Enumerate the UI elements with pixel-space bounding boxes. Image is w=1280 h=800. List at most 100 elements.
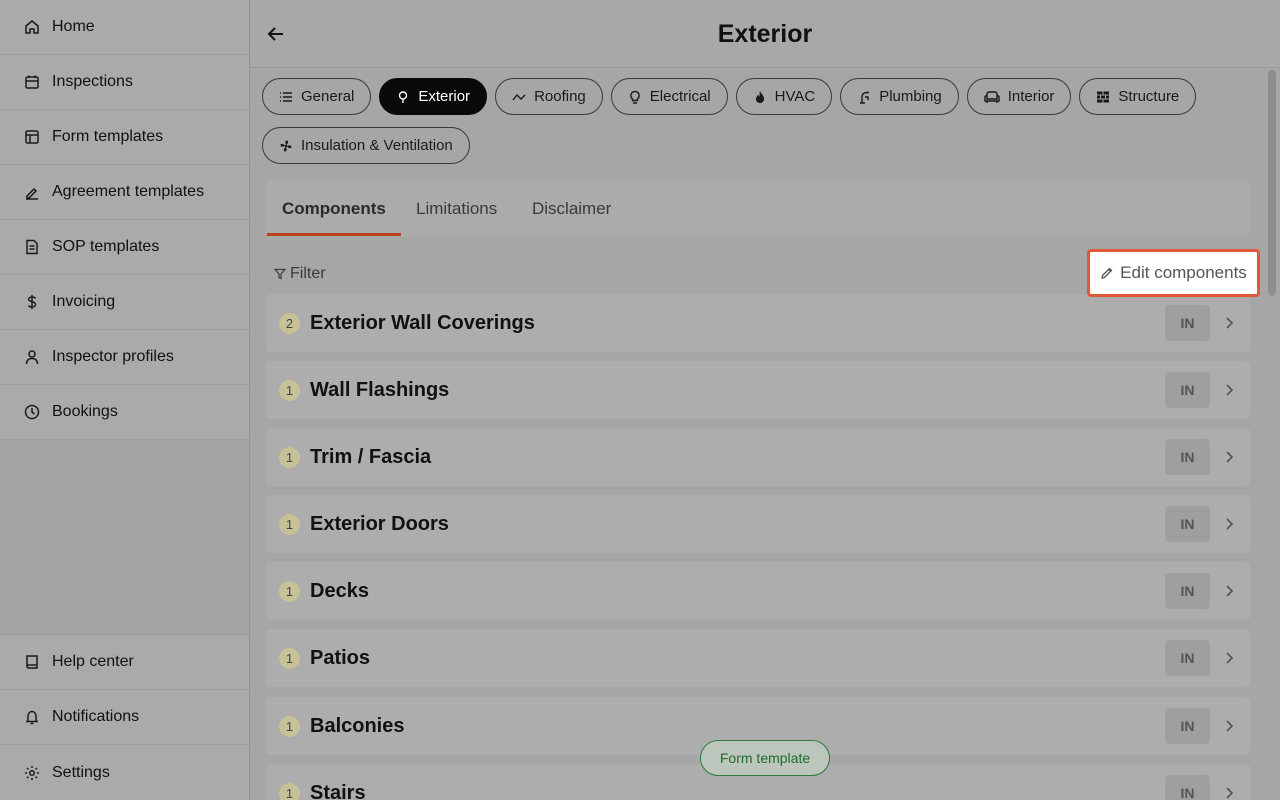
filter-label: Filter xyxy=(290,265,326,282)
sidebar-item-bookings[interactable]: Bookings xyxy=(0,385,249,440)
tab-components[interactable]: Components xyxy=(282,199,386,219)
faucet-icon xyxy=(857,90,871,104)
dollar-icon xyxy=(24,294,40,310)
list-item[interactable]: 2 Exterior Wall Coverings IN xyxy=(266,294,1250,352)
status-badge[interactable]: IN xyxy=(1165,439,1210,475)
status-badge[interactable]: IN xyxy=(1165,506,1210,542)
sidebar-item-agreement-templates[interactable]: Agreement templates xyxy=(0,165,249,220)
sidebar-item-invoicing[interactable]: Invoicing xyxy=(0,275,249,330)
user-icon xyxy=(24,349,40,365)
chevron-right-icon xyxy=(1224,383,1234,397)
list-icon xyxy=(279,90,293,104)
calendar-icon xyxy=(24,74,40,90)
component-name: Balconies xyxy=(310,714,405,737)
component-count-badge: 1 xyxy=(279,647,300,669)
page-title: Exterior xyxy=(717,20,813,48)
sidebar-item-settings[interactable]: Settings xyxy=(0,745,249,800)
sidebar-primary-nav: Home Inspections Form templates Agreemen… xyxy=(0,0,249,440)
status-badge[interactable]: IN xyxy=(1165,775,1210,800)
chip-exterior[interactable]: Exterior xyxy=(379,78,488,115)
component-count-badge: 1 xyxy=(279,379,300,401)
sidebar-item-notifications[interactable]: Notifications xyxy=(0,690,249,745)
sidebar-item-form-templates[interactable]: Form templates xyxy=(0,110,249,165)
chip-structure[interactable]: Structure xyxy=(1079,78,1197,115)
category-chips: General Exterior Roofing Electrical HVAC… xyxy=(262,78,1262,164)
component-name: Trim / Fascia xyxy=(310,445,432,468)
chip-roofing[interactable]: Roofing xyxy=(495,78,603,115)
chip-insulation-ventilation[interactable]: Insulation & Ventilation xyxy=(262,127,470,164)
chip-label: HVAC xyxy=(774,88,816,105)
sidebar-item-inspections[interactable]: Inspections xyxy=(0,55,249,110)
component-count-badge: 2 xyxy=(279,312,300,334)
sidebar-item-label: Invoicing xyxy=(52,293,116,310)
chip-label: Exterior xyxy=(418,88,471,105)
chip-label: Plumbing xyxy=(879,88,942,105)
active-tab-indicator xyxy=(267,233,401,236)
component-count-badge: 1 xyxy=(279,715,300,737)
sidebar-item-label: Form templates xyxy=(52,128,164,145)
component-count-badge: 1 xyxy=(279,446,300,468)
page-header: Exterior xyxy=(250,0,1280,68)
sidebar-item-label: Inspector profiles xyxy=(52,348,174,365)
sidebar-item-label: Settings xyxy=(52,763,110,781)
chevron-right-icon xyxy=(1224,450,1234,464)
component-name: Patios xyxy=(310,646,371,669)
form-template-pill[interactable]: Form template xyxy=(700,740,830,776)
component-count-badge: 1 xyxy=(279,782,300,800)
status-badge[interactable]: IN xyxy=(1165,573,1210,609)
signature-icon xyxy=(24,184,40,200)
component-count-badge: 1 xyxy=(279,513,300,535)
chevron-right-icon xyxy=(1224,517,1234,531)
filter-button[interactable]: Filter xyxy=(274,265,326,283)
component-name: Exterior Doors xyxy=(310,512,449,535)
chip-interior[interactable]: Interior xyxy=(966,78,1072,115)
layout-icon xyxy=(24,129,40,145)
roof-icon xyxy=(512,90,526,104)
sidebar-item-inspector-profiles[interactable]: Inspector profiles xyxy=(0,330,249,385)
chevron-right-icon xyxy=(1224,651,1234,665)
clock-icon xyxy=(24,404,40,420)
vertical-scrollbar[interactable] xyxy=(1268,70,1276,296)
sidebar-item-label: Home xyxy=(52,18,95,35)
tab-bar: Components Limitations Disclaimer xyxy=(266,180,1250,237)
chevron-right-icon xyxy=(1224,316,1234,330)
chip-plumbing[interactable]: Plumbing xyxy=(840,78,959,115)
chip-label: Electrical xyxy=(649,88,711,105)
list-item[interactable]: 1 Wall Flashings IN xyxy=(266,361,1250,419)
component-name: Exterior Wall Coverings xyxy=(310,311,535,334)
bell-icon xyxy=(24,709,40,725)
chip-label: General xyxy=(301,88,355,105)
status-badge[interactable]: IN xyxy=(1165,305,1210,341)
component-name: Stairs xyxy=(310,781,366,800)
chip-label: Roofing xyxy=(534,88,586,105)
flame-icon xyxy=(753,90,767,104)
sidebar-item-home[interactable]: Home xyxy=(0,0,249,55)
status-badge[interactable]: IN xyxy=(1165,372,1210,408)
tree-icon xyxy=(396,90,410,104)
tab-limitations[interactable]: Limitations xyxy=(416,199,497,219)
chip-general[interactable]: General xyxy=(262,78,372,115)
sidebar-item-label: Bookings xyxy=(52,403,118,420)
sidebar: Home Inspections Form templates Agreemen… xyxy=(0,0,250,800)
fan-icon xyxy=(279,139,293,153)
sidebar-item-help-center[interactable]: Help center xyxy=(0,635,249,690)
chip-hvac[interactable]: HVAC xyxy=(735,78,833,115)
tab-disclaimer[interactable]: Disclaimer xyxy=(532,199,611,219)
sidebar-item-label: SOP templates xyxy=(52,238,160,255)
list-item[interactable]: 1 Patios IN xyxy=(266,629,1250,687)
sidebar-item-sop-templates[interactable]: SOP templates xyxy=(0,220,249,275)
list-item[interactable]: 1 Trim / Fascia IN xyxy=(266,428,1250,486)
gear-icon xyxy=(24,765,40,781)
status-badge[interactable]: IN xyxy=(1165,640,1210,676)
chip-electrical[interactable]: Electrical xyxy=(610,78,728,115)
list-item[interactable]: 1 Decks IN xyxy=(266,562,1250,620)
chip-label: Interior xyxy=(1007,88,1055,105)
sidebar-item-label: Inspections xyxy=(52,73,133,90)
edit-components-button[interactable]: Edit components xyxy=(1087,249,1260,297)
status-badge[interactable]: IN xyxy=(1165,708,1210,744)
component-count-badge: 1 xyxy=(279,580,300,602)
book-icon xyxy=(24,654,40,670)
main-content: Exterior General Exterior Roofing Electr… xyxy=(250,0,1280,800)
list-item[interactable]: 1 Exterior Doors IN xyxy=(266,495,1250,553)
sidebar-item-label: Help center xyxy=(52,653,134,670)
